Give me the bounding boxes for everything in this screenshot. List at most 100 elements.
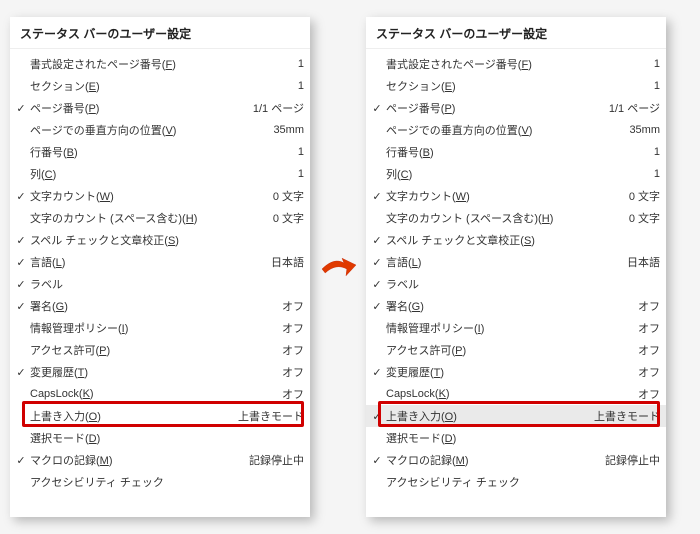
menu-item[interactable]: 書式設定されたページ番号(F)1	[10, 53, 310, 75]
menu-item-value: 1	[650, 80, 660, 92]
menu-item-label: ページでの垂直方向の位置(V)	[30, 122, 269, 138]
menu-item-value: 1	[294, 168, 304, 180]
menu-item[interactable]: ✓文字カウント(W)0 文字	[366, 185, 666, 207]
menu-item-label: ページ番号(P)	[386, 100, 605, 116]
check-icon: ✓	[12, 300, 30, 313]
menu-item-value: 0 文字	[269, 188, 304, 204]
menu-item[interactable]: ✓変更履歴(T)オフ	[10, 361, 310, 383]
menu-item[interactable]: アクセシビリティ チェック	[10, 471, 310, 493]
check-icon: ✓	[12, 366, 30, 379]
menu-item[interactable]: ✓マクロの記録(M)記録停止中	[10, 449, 310, 471]
menu-item-label: ページでの垂直方向の位置(V)	[386, 122, 625, 138]
menu-item-value: 1	[650, 146, 660, 158]
menu-item-label: 選択モード(D)	[386, 430, 656, 446]
menu-item[interactable]: ✓スペル チェックと文章校正(S)	[10, 229, 310, 251]
menu-item-value: 記録停止中	[601, 452, 660, 468]
menu-item[interactable]: 上書き入力(O)上書きモード	[10, 405, 310, 427]
menu-item-label: アクセシビリティ チェック	[30, 474, 300, 490]
panel-title: ステータス バーのユーザー設定	[10, 17, 310, 49]
menu-item-label: 文字のカウント (スペース含む)(H)	[30, 210, 269, 226]
menu-item-value: 35mm	[269, 124, 304, 136]
menu-item[interactable]: 文字のカウント (スペース含む)(H)0 文字	[366, 207, 666, 229]
check-icon: ✓	[368, 454, 386, 467]
menu-item[interactable]: セクション(E)1	[366, 75, 666, 97]
check-icon: ✓	[12, 278, 30, 291]
menu-item[interactable]: アクセス許可(P)オフ	[366, 339, 666, 361]
menu-item[interactable]: アクセシビリティ チェック	[366, 471, 666, 493]
menu-item[interactable]: ✓ページ番号(P)1/1 ページ	[10, 97, 310, 119]
menu-item[interactable]: 行番号(B)1	[10, 141, 310, 163]
menu-item-value: オフ	[634, 364, 660, 380]
menu-item[interactable]: ✓署名(G)オフ	[10, 295, 310, 317]
menu-item-value: 0 文字	[625, 188, 660, 204]
menu-item[interactable]: セクション(E)1	[10, 75, 310, 97]
menu-item-value: 1/1 ページ	[605, 100, 660, 116]
menu-item[interactable]: ✓言語(L)日本語	[10, 251, 310, 273]
statusbar-settings-panel-before: ステータス バーのユーザー設定 書式設定されたページ番号(F)1セクション(E)…	[10, 17, 310, 517]
menu-item[interactable]: 情報管理ポリシー(I)オフ	[366, 317, 666, 339]
menu-item-label: 上書き入力(O)	[30, 408, 234, 424]
menu-item-label: 署名(G)	[30, 298, 278, 314]
menu-item-label: 文字カウント(W)	[30, 188, 269, 204]
menu-item-value: 1	[294, 146, 304, 158]
menu-item-label: 情報管理ポリシー(I)	[30, 320, 278, 336]
check-icon: ✓	[12, 190, 30, 203]
menu-item-label: アクセス許可(P)	[386, 342, 634, 358]
menu-item[interactable]: 文字のカウント (スペース含む)(H)0 文字	[10, 207, 310, 229]
menu-item-value: オフ	[278, 342, 304, 358]
menu-item-value: 1	[650, 168, 660, 180]
menu-item-label: 変更履歴(T)	[386, 364, 634, 380]
menu-item-label: 言語(L)	[30, 254, 267, 270]
menu-item-label: 文字カウント(W)	[386, 188, 625, 204]
menu-item[interactable]: ✓ページ番号(P)1/1 ページ	[366, 97, 666, 119]
arrow-icon	[318, 247, 358, 287]
menu-item-label: アクセシビリティ チェック	[386, 474, 656, 490]
menu-item[interactable]: 書式設定されたページ番号(F)1	[366, 53, 666, 75]
menu-item[interactable]: ✓文字カウント(W)0 文字	[10, 185, 310, 207]
menu-item-label: 言語(L)	[386, 254, 623, 270]
menu-item[interactable]: 行番号(B)1	[366, 141, 666, 163]
check-icon: ✓	[12, 256, 30, 269]
menu-item-label: 書式設定されたページ番号(F)	[386, 56, 650, 72]
menu-item[interactable]: ✓ラベル	[10, 273, 310, 295]
menu-item[interactable]: ✓スペル チェックと文章校正(S)	[366, 229, 666, 251]
check-icon: ✓	[368, 234, 386, 247]
menu-item-value: 0 文字	[625, 210, 660, 226]
menu-item-label: CapsLock(K)	[386, 388, 634, 400]
menu-item-label: スペル チェックと文章校正(S)	[386, 232, 656, 248]
menu-item[interactable]: 列(C)1	[10, 163, 310, 185]
menu-item[interactable]: CapsLock(K)オフ	[366, 383, 666, 405]
menu-item[interactable]: 選択モード(D)	[10, 427, 310, 449]
menu-item-value: 上書きモード	[590, 408, 660, 424]
menu-item[interactable]: CapsLock(K)オフ	[10, 383, 310, 405]
menu-item-label: 選択モード(D)	[30, 430, 300, 446]
menu-item-label: 上書き入力(O)	[386, 408, 590, 424]
menu-item-value: 記録停止中	[245, 452, 304, 468]
menu-item-value: オフ	[278, 364, 304, 380]
menu-item-label: 行番号(B)	[30, 144, 294, 160]
menu-item[interactable]: ページでの垂直方向の位置(V)35mm	[10, 119, 310, 141]
menu-item-label: 書式設定されたページ番号(F)	[30, 56, 294, 72]
menu-item-value: 日本語	[623, 254, 660, 270]
menu-item[interactable]: 列(C)1	[366, 163, 666, 185]
check-icon: ✓	[368, 366, 386, 379]
menu-item[interactable]: ✓署名(G)オフ	[366, 295, 666, 317]
menu-item[interactable]: ✓言語(L)日本語	[366, 251, 666, 273]
menu-item[interactable]: ✓上書き入力(O)上書きモード	[366, 405, 666, 427]
menu-item[interactable]: ✓マクロの記録(M)記録停止中	[366, 449, 666, 471]
menu-item-label: スペル チェックと文章校正(S)	[30, 232, 300, 248]
menu-item-value: 35mm	[625, 124, 660, 136]
menu-item[interactable]: 選択モード(D)	[366, 427, 666, 449]
menu-item-value: オフ	[634, 298, 660, 314]
menu-item-label: セクション(E)	[30, 78, 294, 94]
check-icon: ✓	[368, 190, 386, 203]
check-icon: ✓	[368, 278, 386, 291]
menu-item-value: 1	[294, 80, 304, 92]
menu-item-value: オフ	[634, 386, 660, 402]
menu-item[interactable]: アクセス許可(P)オフ	[10, 339, 310, 361]
menu-item[interactable]: ページでの垂直方向の位置(V)35mm	[366, 119, 666, 141]
menu-item[interactable]: ✓ラベル	[366, 273, 666, 295]
menu-list: 書式設定されたページ番号(F)1セクション(E)1✓ページ番号(P)1/1 ペー…	[10, 49, 310, 493]
menu-item[interactable]: ✓変更履歴(T)オフ	[366, 361, 666, 383]
menu-item[interactable]: 情報管理ポリシー(I)オフ	[10, 317, 310, 339]
